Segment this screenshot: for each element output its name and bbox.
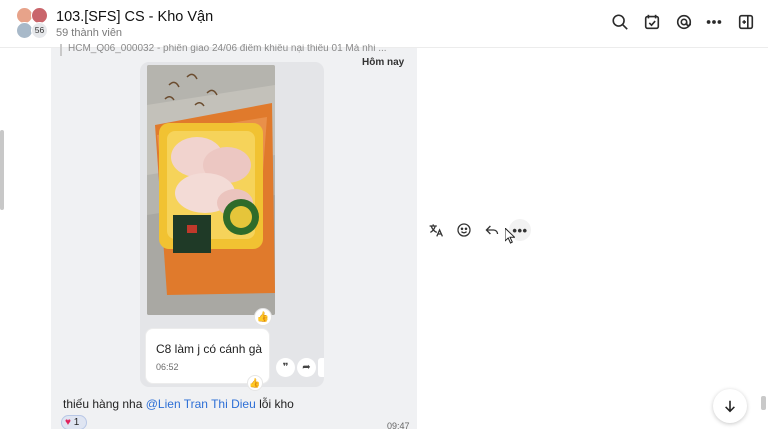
arrow-down-icon — [725, 400, 735, 413]
member-count[interactable]: 59 thành viên — [56, 27, 122, 39]
calendar-check-icon[interactable] — [641, 11, 663, 33]
more-icon[interactable] — [703, 11, 725, 33]
emoji-icon[interactable] — [453, 219, 475, 241]
photo-attachment[interactable] — [147, 65, 275, 315]
search-icon[interactable] — [609, 11, 631, 33]
member-count-badge: 56 — [31, 22, 48, 39]
chicken-tray-photo — [147, 65, 275, 315]
message-text: C8 làm j có cánh gà — [156, 342, 263, 356]
user-mention[interactable]: @Lien Tran Thi Dieu — [146, 397, 256, 411]
more-icon[interactable] — [318, 358, 324, 377]
sidebar-toggle-icon[interactable] — [735, 11, 757, 33]
message-text: thiếu hàng nha — [63, 397, 146, 411]
group-title[interactable]: 103.[SFS] CS - Kho Vận — [56, 9, 213, 25]
chat-header: 56 103.[SFS] CS - Kho Vận 59 thành viên — [0, 0, 768, 48]
mouse-cursor-icon — [505, 228, 515, 244]
message-time: 06:52 — [156, 362, 179, 372]
translate-icon[interactable] — [425, 219, 447, 241]
threads-icon[interactable] — [673, 11, 695, 33]
scrollbar-thumb[interactable] — [761, 396, 766, 410]
message-time: 09:47 — [387, 421, 410, 429]
scrollbar-thumb[interactable] — [0, 130, 4, 210]
forward-icon[interactable]: ➦ — [297, 358, 316, 377]
heart-icon: ♥ — [65, 417, 71, 428]
quoted-message[interactable]: HCM_Q06_000032 - phiên giao 24/06 điểm k… — [60, 44, 404, 56]
day-separator: Hôm nay — [355, 54, 412, 71]
group-avatar[interactable]: 56 — [16, 7, 48, 39]
message-text: lỗi kho — [255, 397, 294, 411]
like-icon[interactable]: 👍 — [254, 308, 272, 326]
text-message[interactable]: thiếu hàng nha @Lien Tran Thi Dieu lỗi k… — [63, 397, 294, 411]
quote-icon[interactable]: ❞ — [276, 358, 295, 377]
reaction-count: 1 — [73, 417, 80, 428]
chat-window: 56 103.[SFS] CS - Kho Vận 59 thành viên … — [0, 0, 768, 429]
like-icon[interactable]: 👍 — [247, 375, 263, 391]
reply-icon[interactable] — [481, 219, 503, 241]
reaction-badge[interactable]: ♥ 1 — [61, 415, 87, 429]
scroll-to-bottom-button[interactable] — [713, 389, 747, 423]
